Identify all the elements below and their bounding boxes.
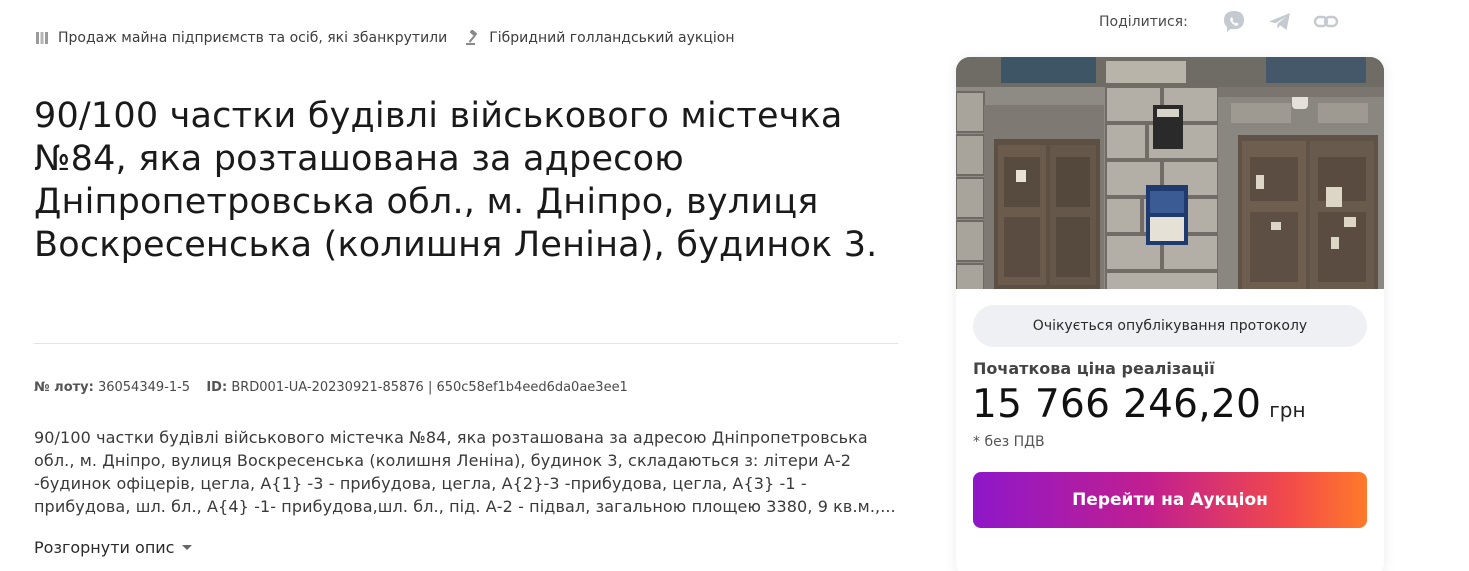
- lot-identifiers: № лоту: 36054349-1-5 ID: BRD001-UA-20230…: [34, 380, 628, 395]
- price-value: 15 766 246,20: [972, 382, 1262, 427]
- breadcrumb-category[interactable]: Продаж майна підприємств та осіб, які зб…: [34, 30, 447, 46]
- breadcrumb: Продаж майна підприємств та осіб, які зб…: [34, 30, 753, 46]
- lot-number-label: № лоту:: [34, 380, 94, 395]
- status-badge: Очікується опублікування протоколу: [973, 305, 1367, 347]
- share-bar: Поділитися:: [1099, 8, 1358, 36]
- lot-number: 36054349-1-5: [97, 380, 191, 395]
- share-label: Поділитися:: [1099, 14, 1188, 30]
- expand-description-label: Розгорнути опис: [34, 538, 175, 557]
- lot-description: 90/100 частки будівлі військового містеч…: [34, 428, 896, 516]
- price-currency: грн: [1269, 398, 1306, 422]
- go-to-auction-button[interactable]: Перейти на Аукціон: [973, 472, 1367, 528]
- chevron-down-icon: [182, 545, 193, 550]
- price-label: Початкова ціна реалізації: [973, 359, 1215, 378]
- page-title: 90/100 частки будівлі військового містеч…: [34, 96, 878, 265]
- divider: [34, 343, 898, 344]
- breadcrumb-auction-type[interactable]: Гібридний голландський аукціон: [465, 30, 735, 46]
- gavel-icon: [465, 30, 481, 46]
- lot-id: BRD001-UA-20230921-85876 | 650c58ef1b4ee…: [231, 380, 628, 395]
- price: 15 766 246,20 грн: [972, 382, 1306, 427]
- expand-description-button[interactable]: Розгорнути опис: [34, 538, 193, 557]
- vat-note: * без ПДВ: [973, 434, 1045, 450]
- telegram-icon[interactable]: [1266, 8, 1294, 36]
- auction-card: Очікується опублікування протоколу Почат…: [956, 57, 1384, 571]
- lot-id-label: ID:: [206, 380, 228, 395]
- lot-photo[interactable]: [956, 57, 1384, 289]
- building-columns-icon: [34, 30, 50, 46]
- breadcrumb-auction-type-label: Гібридний голландський аукціон: [489, 30, 735, 46]
- viber-icon[interactable]: [1220, 8, 1248, 36]
- link-icon[interactable]: [1312, 8, 1340, 36]
- breadcrumb-category-label: Продаж майна підприємств та осіб, які зб…: [58, 30, 448, 46]
